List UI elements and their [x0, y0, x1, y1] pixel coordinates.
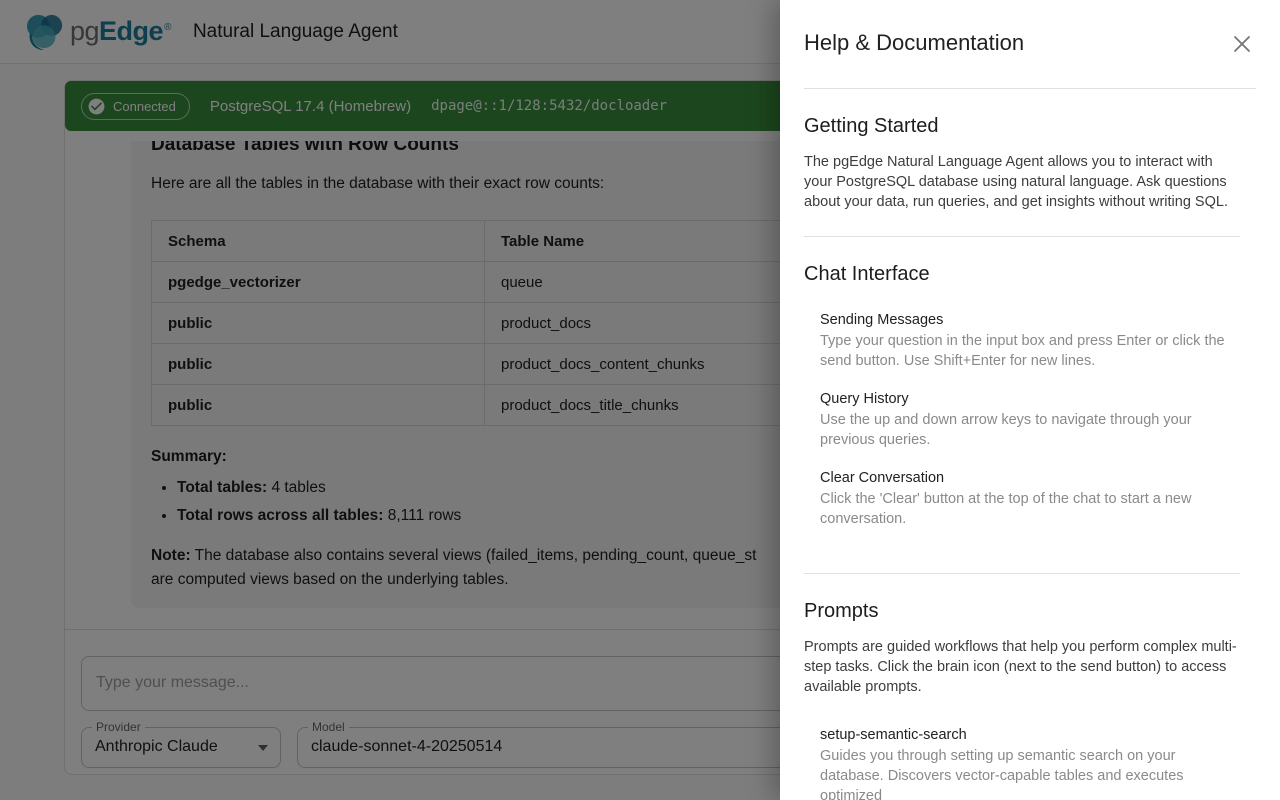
help-item-desc: Click the 'Clear' button at the top of t…	[820, 489, 1240, 529]
help-panel: Help & Documentation Getting Started The…	[780, 0, 1280, 800]
help-item-title: setup-semantic-search	[820, 727, 1240, 743]
close-icon	[1231, 33, 1253, 55]
section-body: The pgEdge Natural Language Agent allows…	[804, 152, 1240, 212]
help-item-desc: Type your question in the input box and …	[820, 331, 1240, 371]
help-item-sending-messages: Sending Messages Type your question in t…	[820, 312, 1240, 371]
section-chat-interface: Chat Interface Sending Messages Type you…	[804, 237, 1240, 573]
section-title: Getting Started	[804, 115, 1240, 138]
close-button[interactable]	[1222, 24, 1262, 64]
help-item-desc: Guides you through setting up semantic s…	[820, 746, 1240, 800]
help-panel-content: Getting Started The pgEdge Natural Langu…	[780, 89, 1280, 800]
section-title: Chat Interface	[804, 263, 1240, 286]
section-prompts: Prompts Prompts are guided workflows tha…	[804, 574, 1240, 800]
section-body: Prompts are guided workflows that help y…	[804, 637, 1240, 697]
help-item-setup-semantic-search: setup-semantic-search Guides you through…	[820, 727, 1240, 800]
section-items: setup-semantic-search Guides you through…	[820, 727, 1240, 800]
help-item-title: Clear Conversation	[820, 470, 1240, 486]
help-panel-header: Help & Documentation	[780, 0, 1280, 88]
section-getting-started: Getting Started The pgEdge Natural Langu…	[804, 89, 1240, 236]
help-item-title: Sending Messages	[820, 312, 1240, 328]
section-title: Prompts	[804, 600, 1240, 623]
help-item-title: Query History	[820, 391, 1240, 407]
section-items: Sending Messages Type your question in t…	[820, 312, 1240, 529]
help-panel-title: Help & Documentation	[804, 30, 1256, 56]
help-item-query-history: Query History Use the up and down arrow …	[820, 391, 1240, 450]
help-item-desc: Use the up and down arrow keys to naviga…	[820, 410, 1240, 450]
help-item-clear-conversation: Clear Conversation Click the 'Clear' but…	[820, 470, 1240, 529]
